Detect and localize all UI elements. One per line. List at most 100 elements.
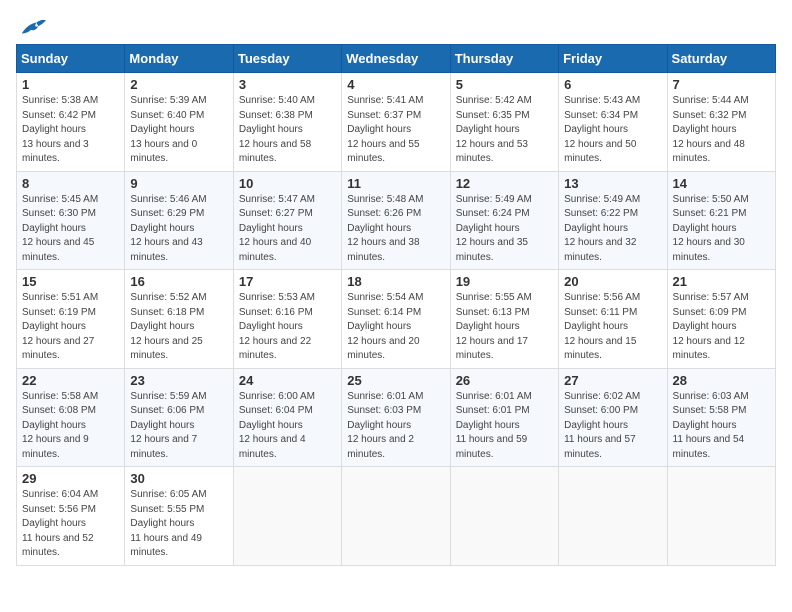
day-info: Sunrise: 5:39 AMSunset: 6:40 PMDaylight … [130,95,206,164]
calendar-cell: 24 Sunrise: 6:00 AMSunset: 6:04 PMDayligh… [233,368,341,467]
calendar-cell: 9 Sunrise: 5:46 AMSunset: 6:29 PMDaylight… [125,171,233,270]
day-number: 26 [456,373,553,388]
calendar-cell: 13 Sunrise: 5:49 AMSunset: 6:22 PMDayligh… [559,171,667,270]
calendar-cell: 18 Sunrise: 5:54 AMSunset: 6:14 PMDayligh… [342,270,450,369]
day-info: Sunrise: 5:50 AMSunset: 6:21 PMDaylight … [673,194,749,263]
calendar-header-wednesday: Wednesday [342,45,450,73]
day-info: Sunrise: 5:47 AMSunset: 6:27 PMDaylight … [239,194,315,263]
day-info: Sunrise: 5:49 AMSunset: 6:22 PMDaylight … [564,194,640,263]
day-info: Sunrise: 6:05 AMSunset: 5:55 PMDaylight … [130,489,206,558]
calendar-cell: 11 Sunrise: 5:48 AMSunset: 6:26 PMDayligh… [342,171,450,270]
day-info: Sunrise: 6:02 AMSunset: 6:00 PMDaylight … [564,391,640,460]
day-info: Sunrise: 5:53 AMSunset: 6:16 PMDaylight … [239,292,315,361]
day-number: 14 [673,176,770,191]
calendar-cell: 25 Sunrise: 6:01 AMSunset: 6:03 PMDayligh… [342,368,450,467]
calendar-cell [233,467,341,566]
calendar-cell: 14 Sunrise: 5:50 AMSunset: 6:21 PMDayligh… [667,171,775,270]
calendar-week-row: 8 Sunrise: 5:45 AMSunset: 6:30 PMDaylight… [17,171,776,270]
day-number: 1 [22,77,119,92]
day-info: Sunrise: 6:01 AMSunset: 6:03 PMDaylight … [347,391,423,460]
calendar-table: SundayMondayTuesdayWednesdayThursdayFrid… [16,44,776,566]
day-number: 25 [347,373,444,388]
day-number: 24 [239,373,336,388]
day-number: 15 [22,274,119,289]
calendar-cell: 21Sunrise: 5:57 AMSunset: 6:09 PMDayligh… [667,270,775,369]
calendar-header-sunday: Sunday [17,45,125,73]
day-number: 5 [456,77,553,92]
day-info: Sunrise: 5:45 AMSunset: 6:30 PMDaylight … [22,194,98,263]
day-info: Sunrise: 6:03 AMSunset: 5:58 PMDaylight … [673,391,749,460]
calendar-cell [667,467,775,566]
calendar-cell: 30 Sunrise: 6:05 AMSunset: 5:55 PMDayligh… [125,467,233,566]
calendar-week-row: 22 Sunrise: 5:58 AMSunset: 6:08 PMDayligh… [17,368,776,467]
day-info: Sunrise: 5:54 AMSunset: 6:14 PMDaylight … [347,292,423,361]
day-number: 11 [347,176,444,191]
calendar-cell: 12Sunrise: 5:49 AMSunset: 6:24 PMDayligh… [450,171,558,270]
calendar-cell: 20Sunrise: 5:56 AMSunset: 6:11 PMDayligh… [559,270,667,369]
day-number: 10 [239,176,336,191]
calendar-cell: 29 Sunrise: 6:04 AMSunset: 5:56 PMDayligh… [17,467,125,566]
calendar-cell: 28 Sunrise: 6:03 AMSunset: 5:58 PMDayligh… [667,368,775,467]
day-info: Sunrise: 5:42 AMSunset: 6:35 PMDaylight … [456,95,532,164]
calendar-cell: 3 Sunrise: 5:40 AMSunset: 6:38 PMDaylight… [233,73,341,172]
day-number: 2 [130,77,227,92]
day-number: 13 [564,176,661,191]
day-info: Sunrise: 5:44 AMSunset: 6:32 PMDaylight … [673,95,749,164]
calendar-cell: 16Sunrise: 5:52 AMSunset: 6:18 PMDayligh… [125,270,233,369]
day-info: Sunrise: 5:59 AMSunset: 6:06 PMDaylight … [130,391,206,460]
day-number: 30 [130,471,227,486]
day-info: Sunrise: 5:43 AMSunset: 6:34 PMDaylight … [564,95,640,164]
day-info: Sunrise: 5:46 AMSunset: 6:29 PMDaylight … [130,194,206,263]
calendar-header-monday: Monday [125,45,233,73]
calendar-cell: 10 Sunrise: 5:47 AMSunset: 6:27 PMDayligh… [233,171,341,270]
calendar-header-thursday: Thursday [450,45,558,73]
day-number: 8 [22,176,119,191]
day-info: Sunrise: 5:40 AMSunset: 6:38 PMDaylight … [239,95,315,164]
day-info: Sunrise: 5:51 AMSunset: 6:19 PMDaylight … [22,292,98,361]
calendar-cell: 6 Sunrise: 5:43 AMSunset: 6:34 PMDaylight… [559,73,667,172]
calendar-cell: 8 Sunrise: 5:45 AMSunset: 6:30 PMDaylight… [17,171,125,270]
calendar-cell: 17 Sunrise: 5:53 AMSunset: 6:16 PMDayligh… [233,270,341,369]
day-number: 27 [564,373,661,388]
calendar-cell: 1 Sunrise: 5:38 AMSunset: 6:42 PMDaylight… [17,73,125,172]
day-number: 22 [22,373,119,388]
calendar-week-row: 1 Sunrise: 5:38 AMSunset: 6:42 PMDaylight… [17,73,776,172]
day-info: Sunrise: 5:48 AMSunset: 6:26 PMDaylight … [347,194,423,263]
day-info: Sunrise: 5:58 AMSunset: 6:08 PMDaylight … [22,391,98,460]
calendar-header-friday: Friday [559,45,667,73]
day-number: 29 [22,471,119,486]
calendar-cell [342,467,450,566]
logo-bird-icon [18,16,46,38]
calendar-cell [559,467,667,566]
calendar-cell: 27 Sunrise: 6:02 AMSunset: 6:00 PMDayligh… [559,368,667,467]
day-number: 6 [564,77,661,92]
day-info: Sunrise: 5:55 AMSunset: 6:13 PMDaylight … [456,292,532,361]
day-number: 28 [673,373,770,388]
calendar-cell: 19 Sunrise: 5:55 AMSunset: 6:13 PMDayligh… [450,270,558,369]
day-number: 23 [130,373,227,388]
day-info: Sunrise: 6:04 AMSunset: 5:56 PMDaylight … [22,489,98,558]
day-number: 3 [239,77,336,92]
calendar-cell: 15 Sunrise: 5:51 AMSunset: 6:19 PMDayligh… [17,270,125,369]
day-info: Sunrise: 5:57 AMSunset: 6:09 PMDaylight … [673,292,749,361]
day-number: 20 [564,274,661,289]
day-number: 19 [456,274,553,289]
calendar-header-row: SundayMondayTuesdayWednesdayThursdayFrid… [17,45,776,73]
day-info: Sunrise: 5:38 AMSunset: 6:42 PMDaylight … [22,95,98,164]
calendar-cell: 26 Sunrise: 6:01 AMSunset: 6:01 PMDayligh… [450,368,558,467]
calendar-cell: 23 Sunrise: 5:59 AMSunset: 6:06 PMDayligh… [125,368,233,467]
calendar-cell: 5 Sunrise: 5:42 AMSunset: 6:35 PMDaylight… [450,73,558,172]
day-info: Sunrise: 6:00 AMSunset: 6:04 PMDaylight … [239,391,315,460]
calendar-cell [450,467,558,566]
day-number: 9 [130,176,227,191]
day-info: Sunrise: 5:41 AMSunset: 6:37 PMDaylight … [347,95,423,164]
calendar-header-saturday: Saturday [667,45,775,73]
day-number: 17 [239,274,336,289]
day-info: Sunrise: 5:52 AMSunset: 6:18 PMDaylight … [130,292,206,361]
calendar-cell: 2 Sunrise: 5:39 AMSunset: 6:40 PMDaylight… [125,73,233,172]
day-number: 18 [347,274,444,289]
calendar-cell: 7Sunrise: 5:44 AMSunset: 6:32 PMDaylight… [667,73,775,172]
day-info: Sunrise: 6:01 AMSunset: 6:01 PMDaylight … [456,391,532,460]
logo [16,16,46,32]
day-info: Sunrise: 5:49 AMSunset: 6:24 PMDaylight … [456,194,532,263]
